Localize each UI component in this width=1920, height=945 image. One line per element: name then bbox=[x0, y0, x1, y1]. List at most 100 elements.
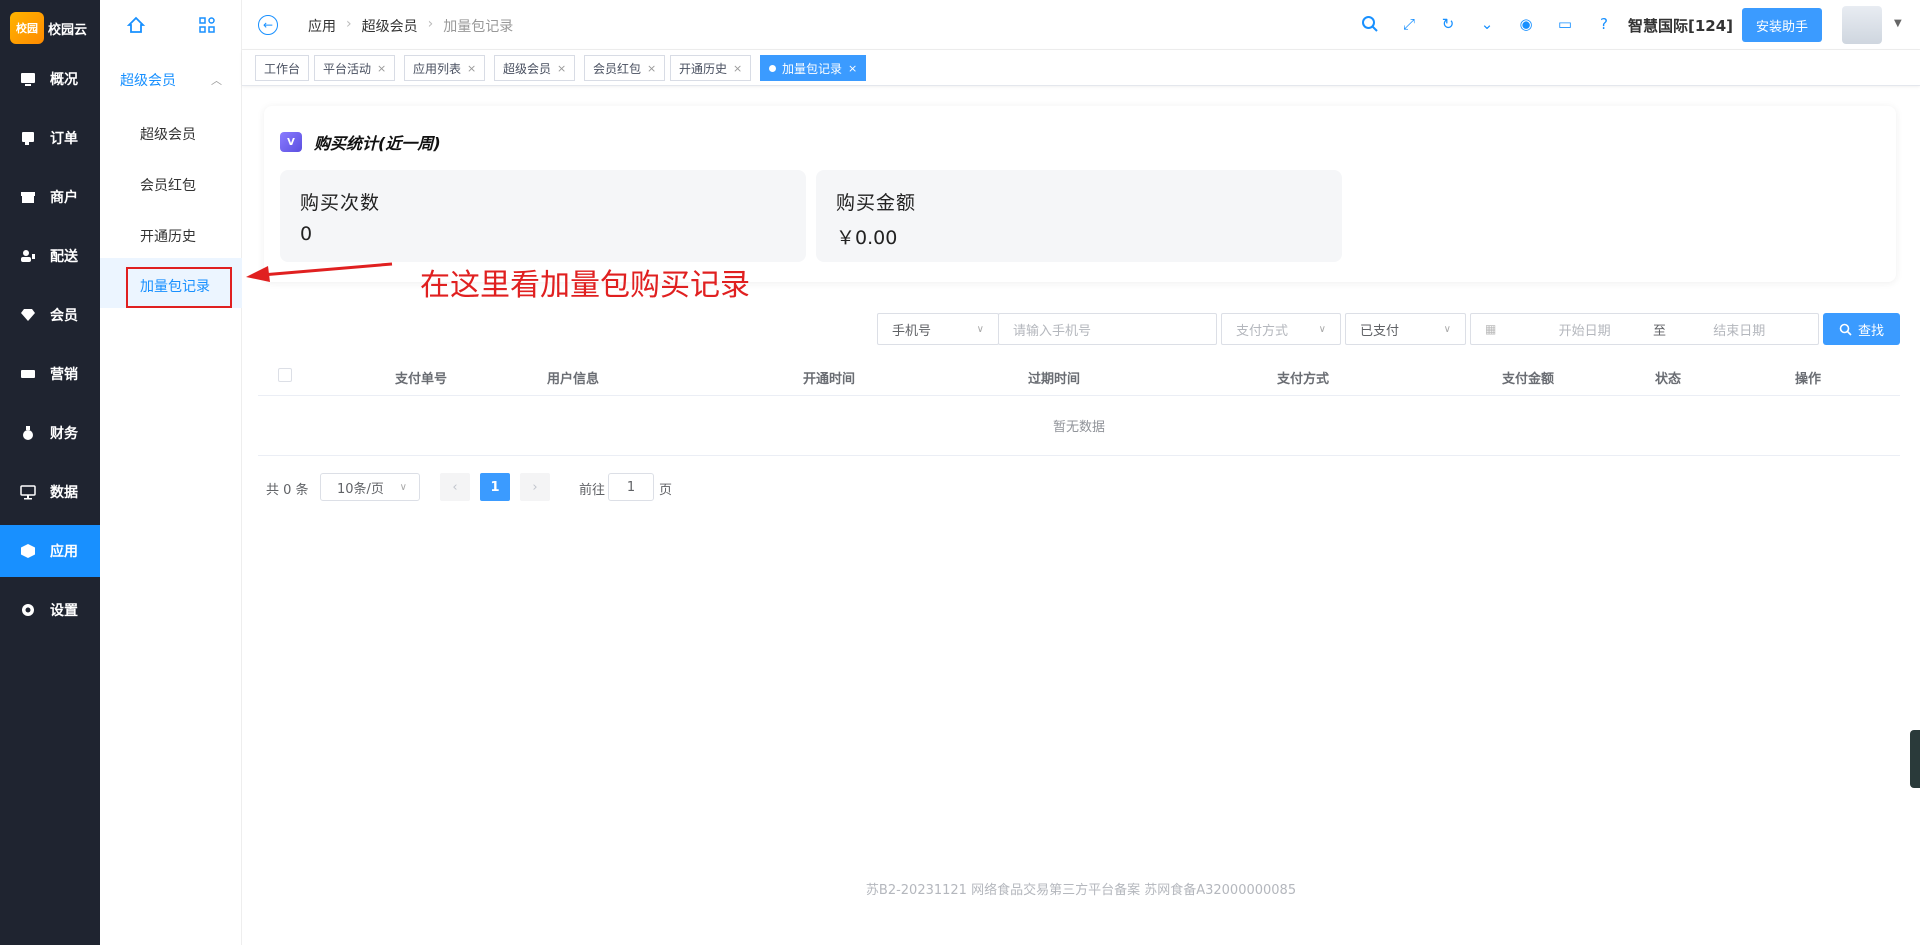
range-separator: 至 bbox=[1652, 323, 1666, 339]
logo-mark: 校园 bbox=[10, 12, 44, 44]
close-icon[interactable]: × bbox=[848, 62, 857, 75]
nav-item-orders[interactable]: 订单 bbox=[0, 112, 100, 164]
page-size-select[interactable]: 10条/页 ∨ bbox=[320, 473, 420, 501]
caret-down-icon[interactable]: ▼ bbox=[1894, 18, 1902, 29]
nav-label: 数据 bbox=[50, 485, 78, 501]
nav-label: 应用 bbox=[50, 544, 78, 560]
search-icon bbox=[1839, 323, 1852, 336]
chevron-down-icon: ∨ bbox=[1318, 323, 1326, 335]
nav-item-merchants[interactable]: 商户 bbox=[0, 171, 100, 223]
tab-platform-activity[interactable]: 平台活动 × bbox=[314, 55, 396, 81]
table-header: 支付单号 用户信息 开通时间 过期时间 支付方式 支付金额 状态 操作 bbox=[258, 356, 1900, 396]
nav-item-overview[interactable]: 概况 bbox=[0, 53, 100, 105]
eye-icon[interactable]: ◉ bbox=[1516, 14, 1536, 34]
nav-item-data[interactable]: 数据 bbox=[0, 466, 100, 518]
submenu-item-super-member[interactable]: 超级会员 bbox=[140, 124, 196, 144]
date-range-picker[interactable]: ▦ 开始日期 至 结束日期 bbox=[1470, 313, 1819, 345]
column-header: 过期时间 bbox=[1028, 372, 1081, 387]
main-sidebar: 校园 校园云 概况 订单 商户 配送 会员 营销 财务 数据 应用 设置 bbox=[0, 0, 100, 945]
breadcrumb-item[interactable]: 应用 bbox=[308, 16, 336, 36]
breadcrumb-item[interactable]: 超级会员 bbox=[362, 16, 418, 36]
ticket-icon bbox=[21, 370, 35, 378]
close-icon[interactable]: × bbox=[647, 62, 656, 75]
column-header: 开通时间 bbox=[803, 372, 856, 387]
submenu-toolbar bbox=[100, 0, 242, 50]
store-icon bbox=[21, 192, 35, 203]
submenu-item-member-redpacket[interactable]: 会员红包 bbox=[140, 175, 196, 195]
select-value: 手机号 bbox=[892, 323, 932, 339]
close-icon[interactable]: × bbox=[557, 62, 566, 75]
submenu-item-open-history[interactable]: 开通历史 bbox=[140, 226, 196, 246]
stat-label: 购买金额 bbox=[836, 192, 917, 214]
search-field-select[interactable]: 手机号 ∨ bbox=[877, 313, 999, 345]
stat-value: 0 bbox=[300, 223, 313, 245]
close-icon[interactable]: × bbox=[733, 62, 742, 75]
column-header: 支付方式 bbox=[1277, 372, 1330, 387]
apps-grid-icon[interactable] bbox=[197, 15, 217, 35]
phone-input[interactable]: 请输入手机号 bbox=[998, 313, 1217, 345]
download-icon[interactable]: ⌄ bbox=[1477, 14, 1497, 34]
annotation-highlight-box bbox=[126, 267, 232, 308]
tab-member-redpacket[interactable]: 会员红包 × bbox=[584, 55, 666, 81]
tab-label: 会员红包 bbox=[593, 61, 642, 76]
chevron-up-icon: ︿ bbox=[211, 74, 222, 87]
submenu-group-super-member[interactable]: 超级会员 ︿ bbox=[100, 62, 242, 98]
nav-label: 设置 bbox=[50, 603, 78, 619]
pagination-total: 共 0 条 bbox=[266, 483, 309, 498]
tab-super-member[interactable]: 超级会员 × bbox=[494, 55, 576, 81]
app-logo[interactable]: 校园 校园云 bbox=[10, 12, 87, 44]
tab-workbench[interactable]: 工作台 bbox=[255, 55, 310, 81]
end-date-input[interactable]: 结束日期 bbox=[1674, 320, 1804, 339]
tenant-name[interactable]: 智慧国际[124] bbox=[1628, 15, 1733, 36]
search-icon[interactable] bbox=[1360, 14, 1380, 34]
pay-method-select[interactable]: 支付方式 ∨ bbox=[1221, 313, 1341, 345]
status-select[interactable]: 已支付 ∨ bbox=[1345, 313, 1466, 345]
stat-label: 购买次数 bbox=[300, 192, 381, 214]
tab-open-history[interactable]: 开通历史 × bbox=[670, 55, 752, 81]
page-size-value: 10条/页 bbox=[337, 481, 384, 497]
table-empty-state: 暂无数据 bbox=[258, 396, 1900, 456]
nav-label: 财务 bbox=[50, 426, 78, 442]
close-icon[interactable]: × bbox=[467, 62, 476, 75]
nav-item-apps[interactable]: 应用 bbox=[0, 525, 100, 577]
chevron-right-icon: › bbox=[532, 479, 538, 495]
chevron-down-icon: ∨ bbox=[399, 481, 407, 493]
fullscreen-icon[interactable]: ⤢ bbox=[1399, 14, 1419, 34]
chart-monitor-icon bbox=[20, 485, 36, 500]
search-button[interactable]: 查找 bbox=[1823, 313, 1900, 345]
goto-page-input[interactable]: 1 bbox=[608, 473, 654, 501]
nav-label: 配送 bbox=[50, 249, 78, 265]
nav-item-settings[interactable]: 设置 bbox=[0, 584, 100, 636]
start-date-input[interactable]: 开始日期 bbox=[1525, 320, 1645, 339]
refresh-icon[interactable]: ↻ bbox=[1438, 14, 1458, 34]
close-icon[interactable]: × bbox=[377, 62, 386, 75]
column-header: 用户信息 bbox=[547, 372, 600, 387]
page-number-current[interactable]: 1 bbox=[480, 473, 510, 501]
home-icon[interactable] bbox=[126, 15, 146, 35]
stats-title: V 购买统计(近一周) bbox=[280, 130, 441, 154]
active-dot-icon bbox=[769, 64, 776, 72]
nav-item-members[interactable]: 会员 bbox=[0, 289, 100, 341]
avatar[interactable] bbox=[1842, 6, 1882, 44]
back-arrow-icon[interactable]: ← bbox=[258, 15, 278, 35]
nav-item-marketing[interactable]: 营销 bbox=[0, 348, 100, 400]
cube-icon bbox=[21, 544, 35, 558]
tab-label: 平台活动 bbox=[323, 61, 372, 76]
tab-label: 工作台 bbox=[264, 61, 301, 76]
tab-app-list[interactable]: 应用列表 × bbox=[404, 55, 486, 81]
nav-label: 概况 bbox=[50, 72, 78, 88]
prev-page-button[interactable]: ‹ bbox=[440, 473, 470, 501]
install-assistant-button[interactable]: 安装助手 bbox=[1742, 8, 1822, 42]
tab-bar: 工作台 平台活动 × 应用列表 × 超级会员 × 会员红包 × 开通历史 × 加量包记录 × bbox=[242, 50, 1920, 86]
select-all-checkbox[interactable] bbox=[278, 368, 292, 382]
nav-item-delivery[interactable]: 配送 bbox=[0, 230, 100, 282]
next-page-button[interactable]: › bbox=[520, 473, 550, 501]
tab-addon-records[interactable]: 加量包记录 × bbox=[760, 55, 867, 81]
nav-label: 订单 bbox=[50, 131, 78, 147]
purchase-stats-card: V 购买统计(近一周) 购买次数 0 购买金额 ￥0.00 bbox=[264, 106, 1896, 282]
help-icon[interactable]: ? bbox=[1594, 14, 1614, 34]
footer-license[interactable]: 苏B2-20231121 网络食品交易第三方平台备案 苏网食备A32000000… bbox=[242, 879, 1920, 898]
nav-item-finance[interactable]: 财务 bbox=[0, 407, 100, 459]
monitor-icon[interactable]: ▭ bbox=[1555, 14, 1575, 34]
side-drawer-handle[interactable] bbox=[1910, 730, 1920, 788]
